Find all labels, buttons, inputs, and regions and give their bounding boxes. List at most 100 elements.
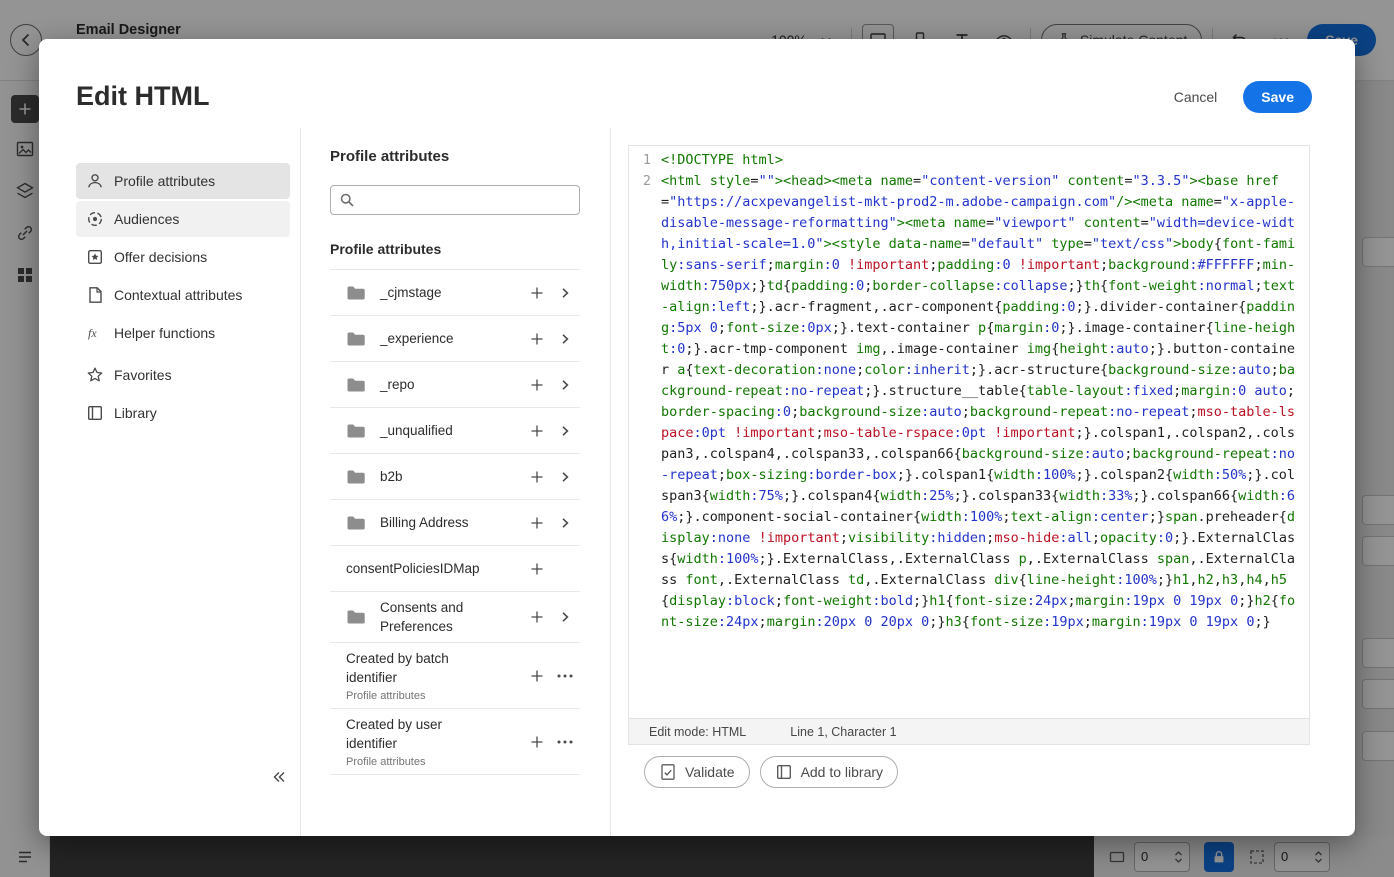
- search-input[interactable]: [330, 185, 580, 215]
- validate-button[interactable]: Validate: [644, 756, 750, 788]
- attribute-label: _cjmstage: [380, 285, 442, 300]
- add-attribute-button[interactable]: [524, 464, 550, 490]
- dialog-actions: Cancel Save: [1174, 81, 1312, 113]
- sidebar-item-label: Library: [114, 405, 157, 421]
- attribute-row: Consents and Preferences: [330, 592, 580, 643]
- add-attribute-button[interactable]: [524, 729, 550, 755]
- attributes-list-title: Profile attributes: [330, 241, 442, 257]
- attributes-panel: Profile attributes Profile attributes _c…: [330, 148, 580, 775]
- star-icon: [86, 366, 104, 384]
- panel-divider: [300, 128, 301, 836]
- folder-icon: [346, 609, 366, 625]
- folder-icon: [346, 285, 366, 301]
- sidebar-item-label: Audiences: [114, 211, 180, 227]
- sidebar-item-label: Contextual attributes: [114, 287, 243, 303]
- cancel-button[interactable]: Cancel: [1174, 89, 1218, 105]
- editor-mode-status: Edit mode: HTML: [649, 724, 747, 739]
- attribute-row: _unqualified: [330, 408, 580, 454]
- add-attribute-button[interactable]: [524, 372, 550, 398]
- editor-actions: Validate Add to library: [644, 756, 899, 788]
- sidebar-item-label: Favorites: [114, 367, 172, 383]
- sidebar-item-offer-decisions[interactable]: Offer decisions: [76, 239, 290, 275]
- attribute-row: _repo: [330, 362, 580, 408]
- attribute-row: Created by user identifier Profile attrib…: [330, 709, 580, 775]
- edit-html-dialog: Edit HTML Cancel Save Profile attributes…: [39, 39, 1355, 836]
- save-button[interactable]: Save: [1243, 81, 1312, 113]
- fx-icon: fx: [86, 324, 104, 342]
- attribute-label: Billing Address: [380, 515, 469, 530]
- add-attribute-button[interactable]: [524, 280, 550, 306]
- svg-text:fx: fx: [88, 326, 97, 340]
- sidebar-item-audiences[interactable]: Audiences: [76, 201, 290, 237]
- attribute-row: consentPoliciesIDMap: [330, 546, 580, 592]
- dialog-sidebar: Profile attributes Audiences Offer decisio…: [76, 163, 290, 353]
- audiences-icon: [86, 210, 104, 228]
- add-to-library-button[interactable]: Add to library: [759, 756, 899, 788]
- row-spacer: [552, 556, 578, 582]
- folder-icon: [346, 377, 366, 393]
- folder-icon: [346, 331, 366, 347]
- library-icon: [775, 763, 793, 781]
- sidebar-item-label: Helper functions: [114, 325, 216, 341]
- expand-attribute-button[interactable]: [552, 372, 578, 398]
- expand-attribute-button[interactable]: [552, 604, 578, 630]
- folder-icon: [346, 515, 366, 531]
- attribute-label: b2b: [380, 469, 403, 484]
- attribute-label: consentPoliciesIDMap: [346, 561, 480, 576]
- sidebar-item-favorites[interactable]: Favorites: [76, 357, 290, 393]
- double-chevron-left-icon: [272, 771, 286, 783]
- offer-icon: [86, 248, 104, 266]
- attribute-row: _cjmstage: [330, 270, 580, 316]
- expand-attribute-button[interactable]: [552, 280, 578, 306]
- attribute-row: Billing Address: [330, 500, 580, 546]
- dialog-title: Edit HTML: [76, 81, 210, 111]
- expand-attribute-button[interactable]: [552, 418, 578, 444]
- add-attribute-button[interactable]: [524, 663, 550, 689]
- attribute-label: _unqualified: [380, 423, 453, 438]
- contextual-icon: [86, 286, 104, 304]
- search-icon: [339, 192, 355, 208]
- add-attribute-button[interactable]: [524, 418, 550, 444]
- button-label: Validate: [685, 764, 735, 780]
- attribute-label: Consents and Preferences: [380, 600, 464, 634]
- panel-divider: [610, 128, 611, 836]
- attribute-label: _repo: [380, 377, 415, 392]
- validate-icon: [659, 763, 677, 781]
- sidebar-item-helper-functions[interactable]: fx Helper functions: [76, 315, 290, 351]
- add-attribute-button[interactable]: [524, 556, 550, 582]
- more-actions-button[interactable]: [552, 663, 578, 689]
- sidebar-item-contextual-attributes[interactable]: Contextual attributes: [76, 277, 290, 313]
- add-attribute-button[interactable]: [524, 510, 550, 536]
- attribute-sublabel: Profile attributes: [346, 756, 426, 768]
- library-icon: [86, 404, 104, 422]
- more-actions-button[interactable]: [552, 729, 578, 755]
- sidebar-item-library[interactable]: Library: [76, 395, 290, 431]
- attribute-label: _experience: [380, 331, 454, 346]
- sidebar-item-profile-attributes[interactable]: Profile attributes: [76, 163, 290, 199]
- editor-status-bar: Edit mode: HTML Line 1, Character 1: [628, 719, 1310, 745]
- user-icon: [86, 172, 104, 190]
- attribute-row: _experience: [330, 316, 580, 362]
- code-editor[interactable]: 1 <!DOCTYPE html> 2 <html style=""><head><m…: [628, 145, 1310, 719]
- expand-attribute-button[interactable]: [552, 510, 578, 536]
- folder-icon: [346, 423, 366, 439]
- attribute-label: Created by batch identifier: [346, 651, 449, 685]
- attribute-row: Created by batch identifier Profile attri…: [330, 643, 580, 709]
- add-attribute-button[interactable]: [524, 604, 550, 630]
- cursor-position-status: Line 1, Character 1: [790, 724, 897, 739]
- dialog-sidebar-secondary: Favorites Library: [76, 357, 290, 433]
- attribute-label: Created by user identifier: [346, 717, 443, 751]
- collapse-panel-button[interactable]: [265, 763, 293, 791]
- folder-icon: [346, 469, 366, 485]
- code-line: <html style=""><head><meta name="content…: [661, 173, 1296, 630]
- expand-attribute-button[interactable]: [552, 326, 578, 352]
- attribute-row: b2b: [330, 454, 580, 500]
- line-number: 2: [642, 173, 651, 189]
- code-line: <!DOCTYPE html>: [661, 152, 783, 168]
- sidebar-item-label: Profile attributes: [114, 173, 216, 189]
- attribute-sublabel: Profile attributes: [346, 690, 426, 702]
- add-attribute-button[interactable]: [524, 326, 550, 352]
- sidebar-item-label: Offer decisions: [114, 249, 208, 265]
- button-label: Add to library: [800, 764, 884, 780]
- expand-attribute-button[interactable]: [552, 464, 578, 490]
